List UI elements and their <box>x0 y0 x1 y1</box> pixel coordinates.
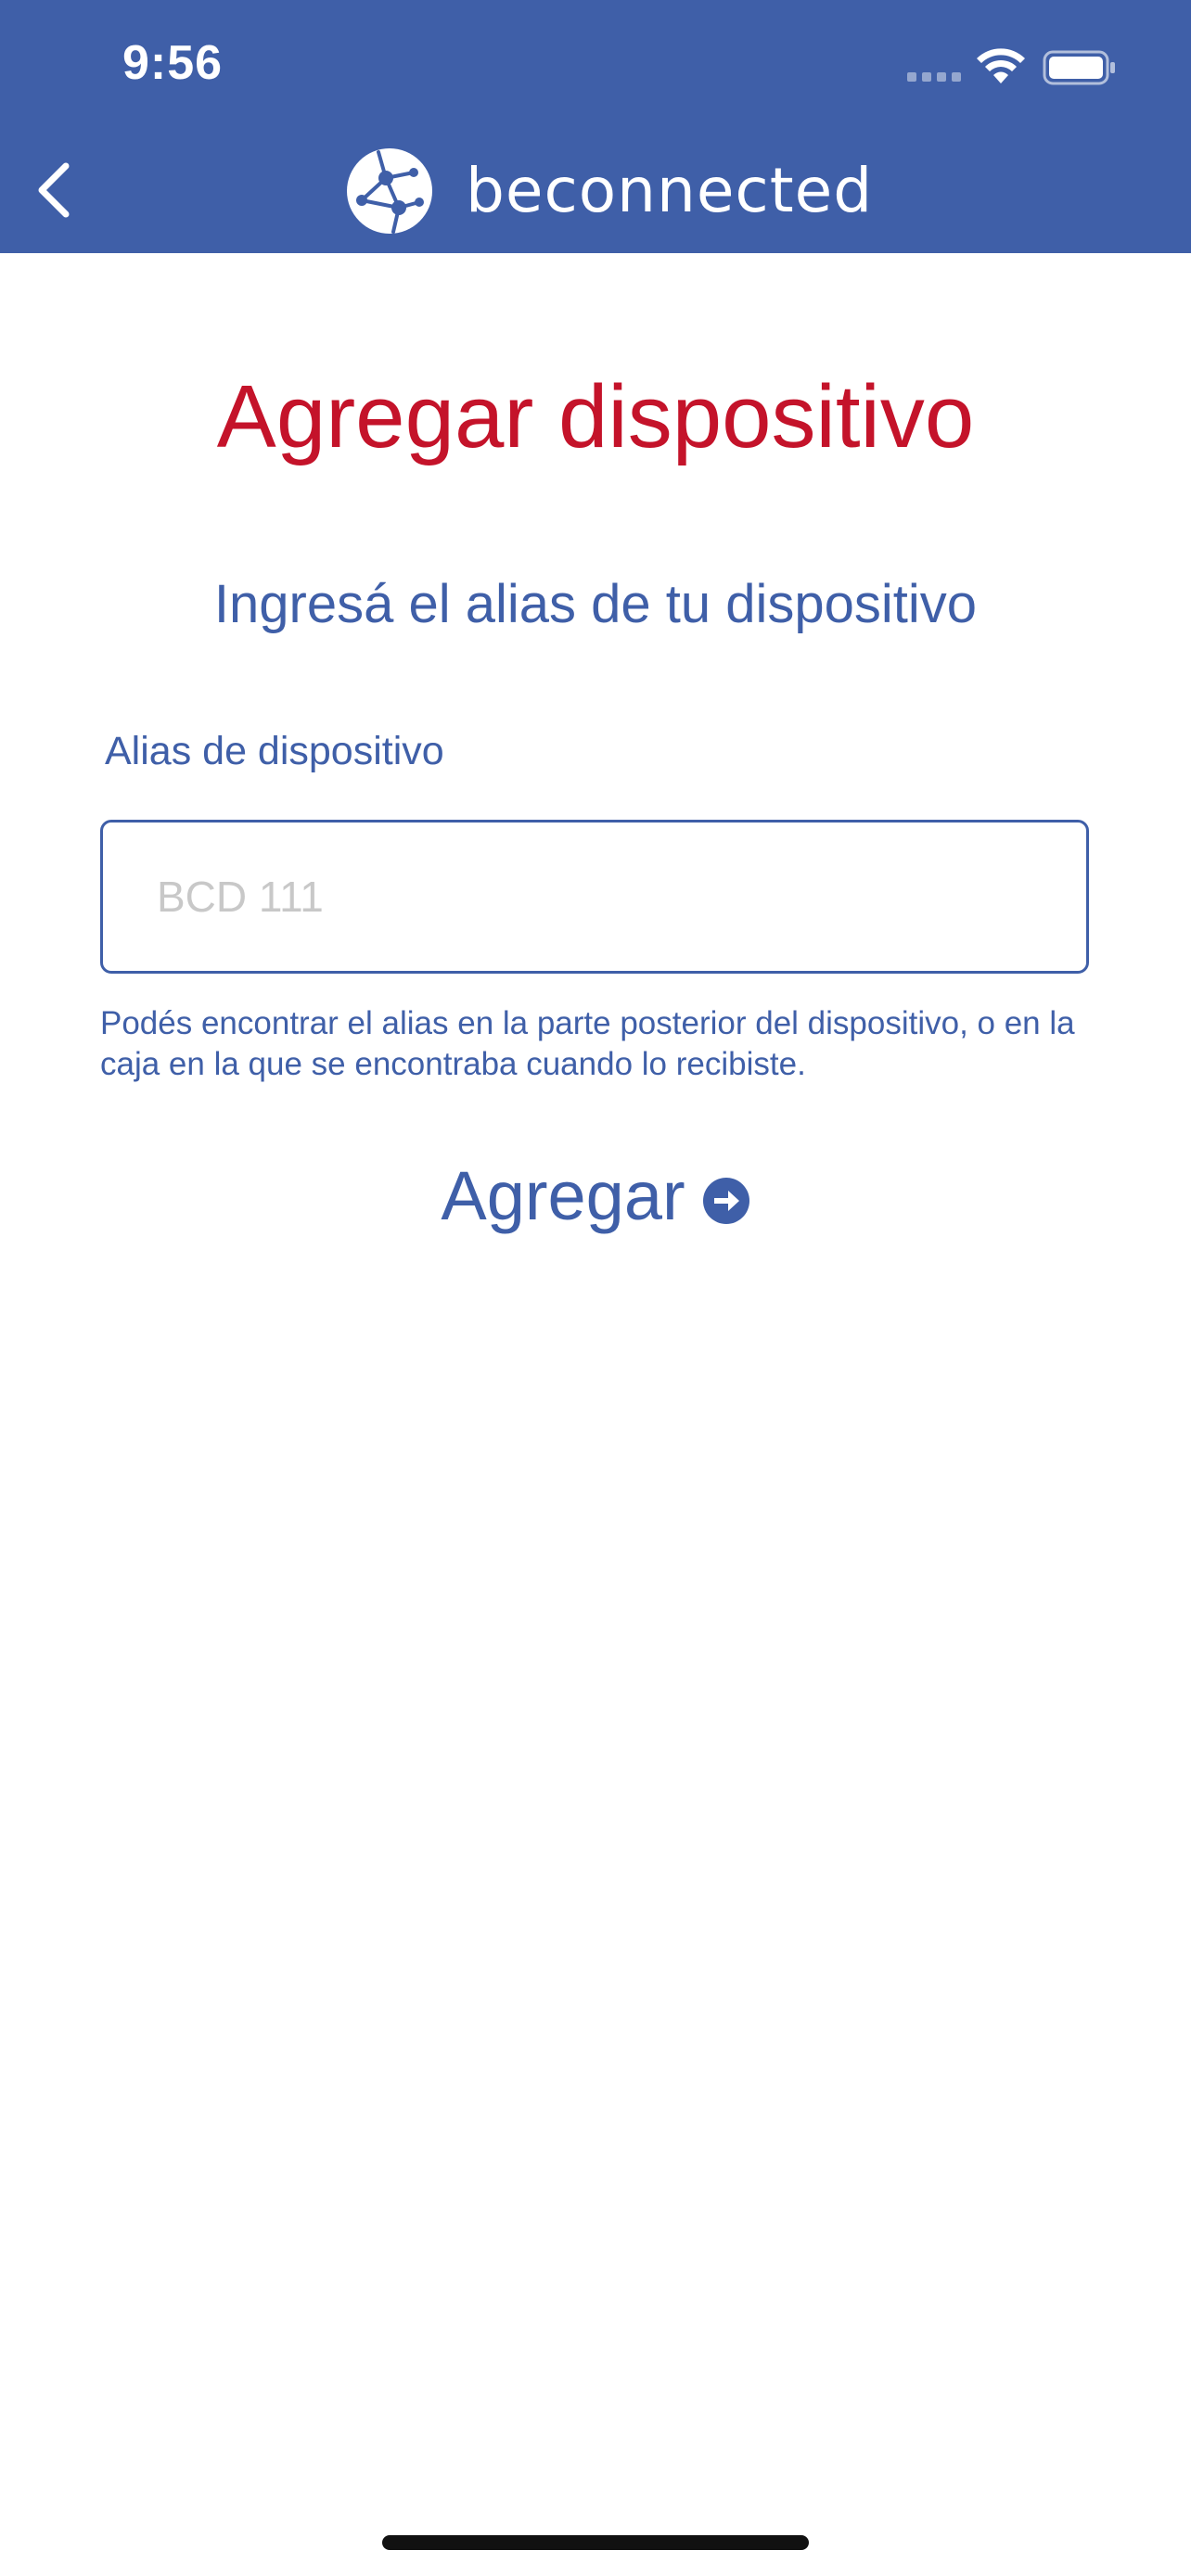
cellular-signal-icon <box>907 72 963 82</box>
battery-icon <box>1043 50 1115 85</box>
chevron-left-icon <box>38 162 70 218</box>
alias-hint: Podés encontrar el alias en la parte pos… <box>100 1005 1075 1082</box>
page-subtitle: Ingresá el alias de tu dispositivo <box>213 574 978 634</box>
arrow-right-circle-icon <box>702 1178 749 1224</box>
page-title: Agregar dispositivo <box>216 367 975 466</box>
app-header: 9:56 beconnected <box>0 0 1191 253</box>
alias-input[interactable] <box>100 820 1089 974</box>
wifi-icon <box>977 48 1025 83</box>
brand-name: beconnected <box>466 155 874 226</box>
status-time: 9:56 <box>122 36 224 90</box>
add-button[interactable]: Agregar <box>0 1150 1191 1243</box>
add-button-label: Agregar <box>441 1157 685 1234</box>
home-indicator[interactable] <box>382 2535 809 2550</box>
alias-field-label: Alias de dispositivo <box>105 729 444 773</box>
back-button[interactable] <box>20 153 85 227</box>
network-globe-icon <box>347 148 432 234</box>
brand: beconnected <box>345 147 873 236</box>
